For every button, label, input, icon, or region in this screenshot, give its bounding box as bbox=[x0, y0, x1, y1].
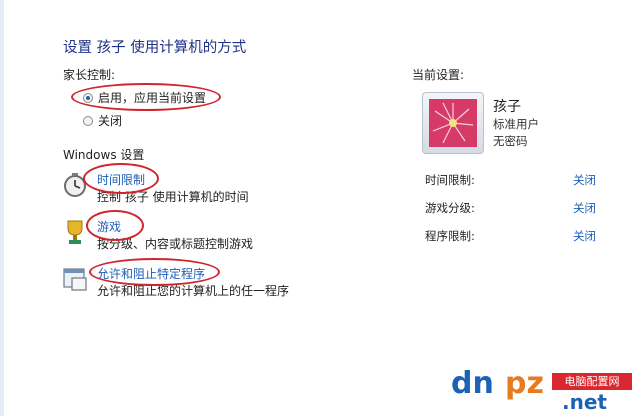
user-avatar bbox=[422, 92, 484, 154]
user-password-status: 无密码 bbox=[493, 134, 528, 148]
annotation-ellipse bbox=[83, 163, 159, 194]
page-title: 设置 孩子 使用计算机的方式 bbox=[63, 40, 247, 56]
flower-picture-icon bbox=[429, 99, 477, 147]
game-trophy-icon bbox=[62, 218, 88, 246]
setting-label-program-limits: 程序限制: bbox=[425, 229, 475, 243]
setting-value-time-limits[interactable]: 关闭 bbox=[573, 172, 596, 188]
annotation-ellipse bbox=[89, 258, 220, 286]
annotation-ellipse bbox=[86, 210, 144, 241]
watermark-banner: 电脑配置网 bbox=[552, 373, 632, 390]
user-account-type: 标准用户 bbox=[493, 117, 539, 131]
watermark-suffix: .net bbox=[562, 390, 607, 414]
user-name: 孩子 bbox=[493, 99, 521, 115]
annotation-ellipse bbox=[71, 83, 221, 111]
windows-settings-heading: Windows 设置 bbox=[63, 148, 145, 162]
watermark-logo-part1: dn bbox=[451, 366, 494, 401]
radio-disable-label[interactable]: 关闭 bbox=[98, 112, 122, 129]
parental-controls-heading: 家长控制: bbox=[63, 68, 116, 82]
setting-label-time-limits: 时间限制: bbox=[425, 173, 475, 187]
program-window-icon bbox=[62, 266, 88, 292]
window-left-border bbox=[0, 0, 4, 416]
watermark-logo-part2: pz bbox=[505, 366, 544, 401]
radio-disable[interactable] bbox=[83, 116, 93, 126]
setting-value-program-limits[interactable]: 关闭 bbox=[573, 228, 596, 244]
setting-label-game-ratings: 游戏分级: bbox=[425, 201, 475, 215]
setting-value-game-ratings[interactable]: 关闭 bbox=[573, 200, 596, 216]
current-settings-heading: 当前设置: bbox=[412, 68, 465, 82]
